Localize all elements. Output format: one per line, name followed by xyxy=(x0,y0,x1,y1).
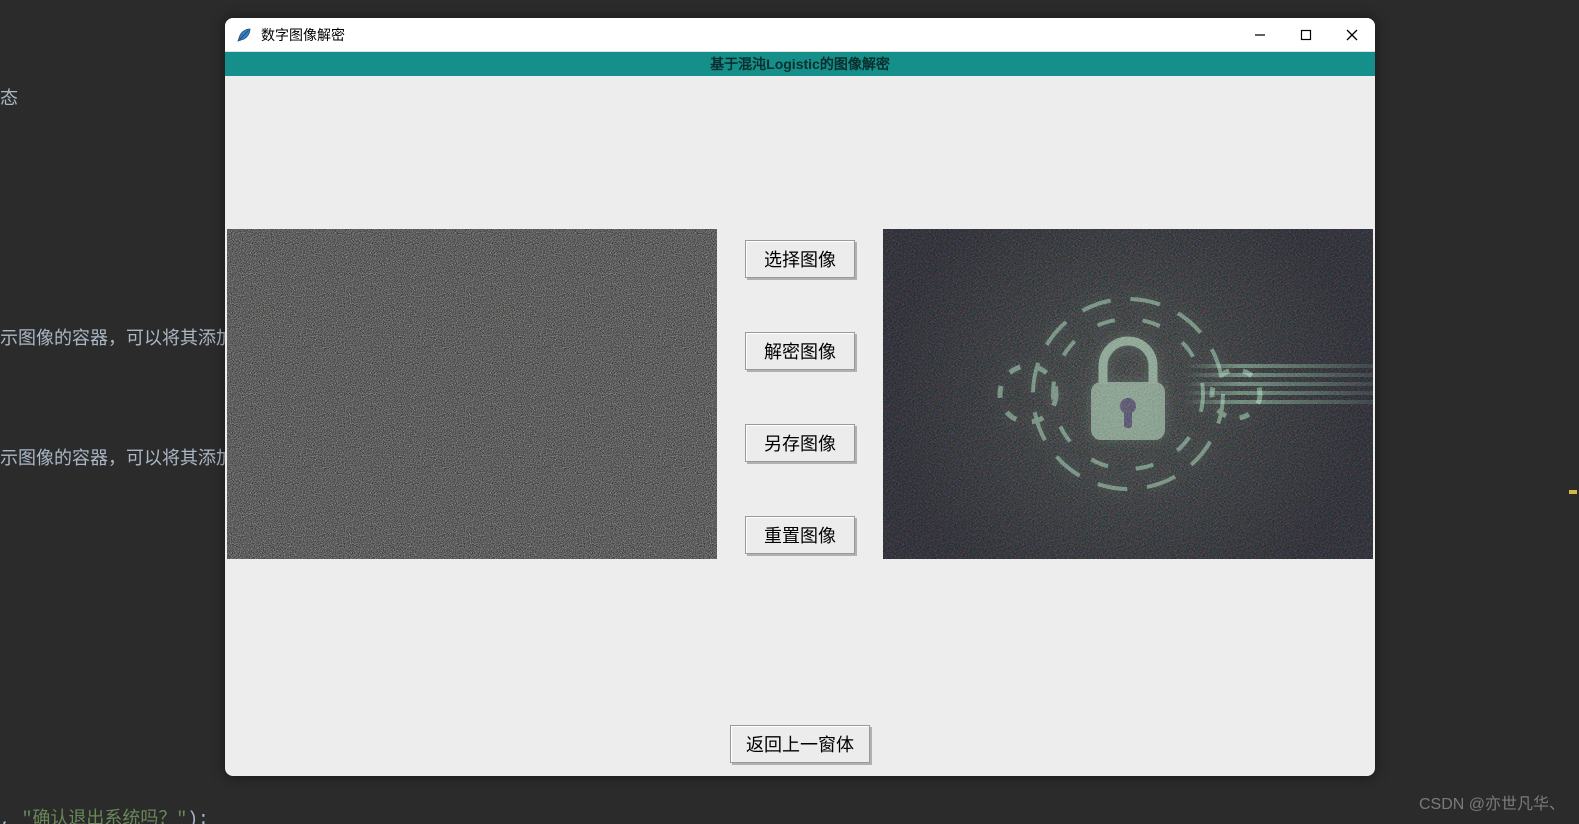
close-button[interactable] xyxy=(1329,18,1375,52)
reset-image-button[interactable]: 重置图像 xyxy=(745,516,855,554)
select-image-button[interactable]: 选择图像 xyxy=(745,240,855,278)
app-feather-icon xyxy=(235,26,253,44)
decrypt-image-button[interactable]: 解密图像 xyxy=(745,332,855,370)
hud-stripes-icon xyxy=(1183,359,1373,429)
banner-title: 基于混沌Logistic的图像解密 xyxy=(225,52,1375,76)
button-column: 选择图像 解密图像 另存图像 重置图像 xyxy=(745,234,855,554)
background-editor: 态 示图像的容器，可以将其添加 示图像的容器，可以将其添加 , "确认退出系统吗… xyxy=(0,0,234,824)
watermark: CSDN @亦世凡华、 xyxy=(1419,790,1565,814)
window-title: 数字图像解密 xyxy=(261,25,345,45)
minimize-button[interactable] xyxy=(1237,18,1283,52)
main-content: 选择图像 解密图像 另存图像 重置图像 xyxy=(225,76,1375,712)
back-button[interactable]: 返回上一窗体 xyxy=(730,725,870,763)
app-window: 数字图像解密 基于混沌Logistic的图像解密 选择图像 解密图像 另存图像 … xyxy=(225,18,1375,776)
titlebar: 数字图像解密 xyxy=(225,18,1375,52)
maximize-button[interactable] xyxy=(1283,18,1329,52)
output-image-panel xyxy=(883,229,1373,559)
footer: 返回上一窗体 xyxy=(225,712,1375,776)
input-image-panel xyxy=(227,229,717,559)
save-image-button[interactable]: 另存图像 xyxy=(745,424,855,462)
ide-gutter-mark xyxy=(1569,490,1577,494)
